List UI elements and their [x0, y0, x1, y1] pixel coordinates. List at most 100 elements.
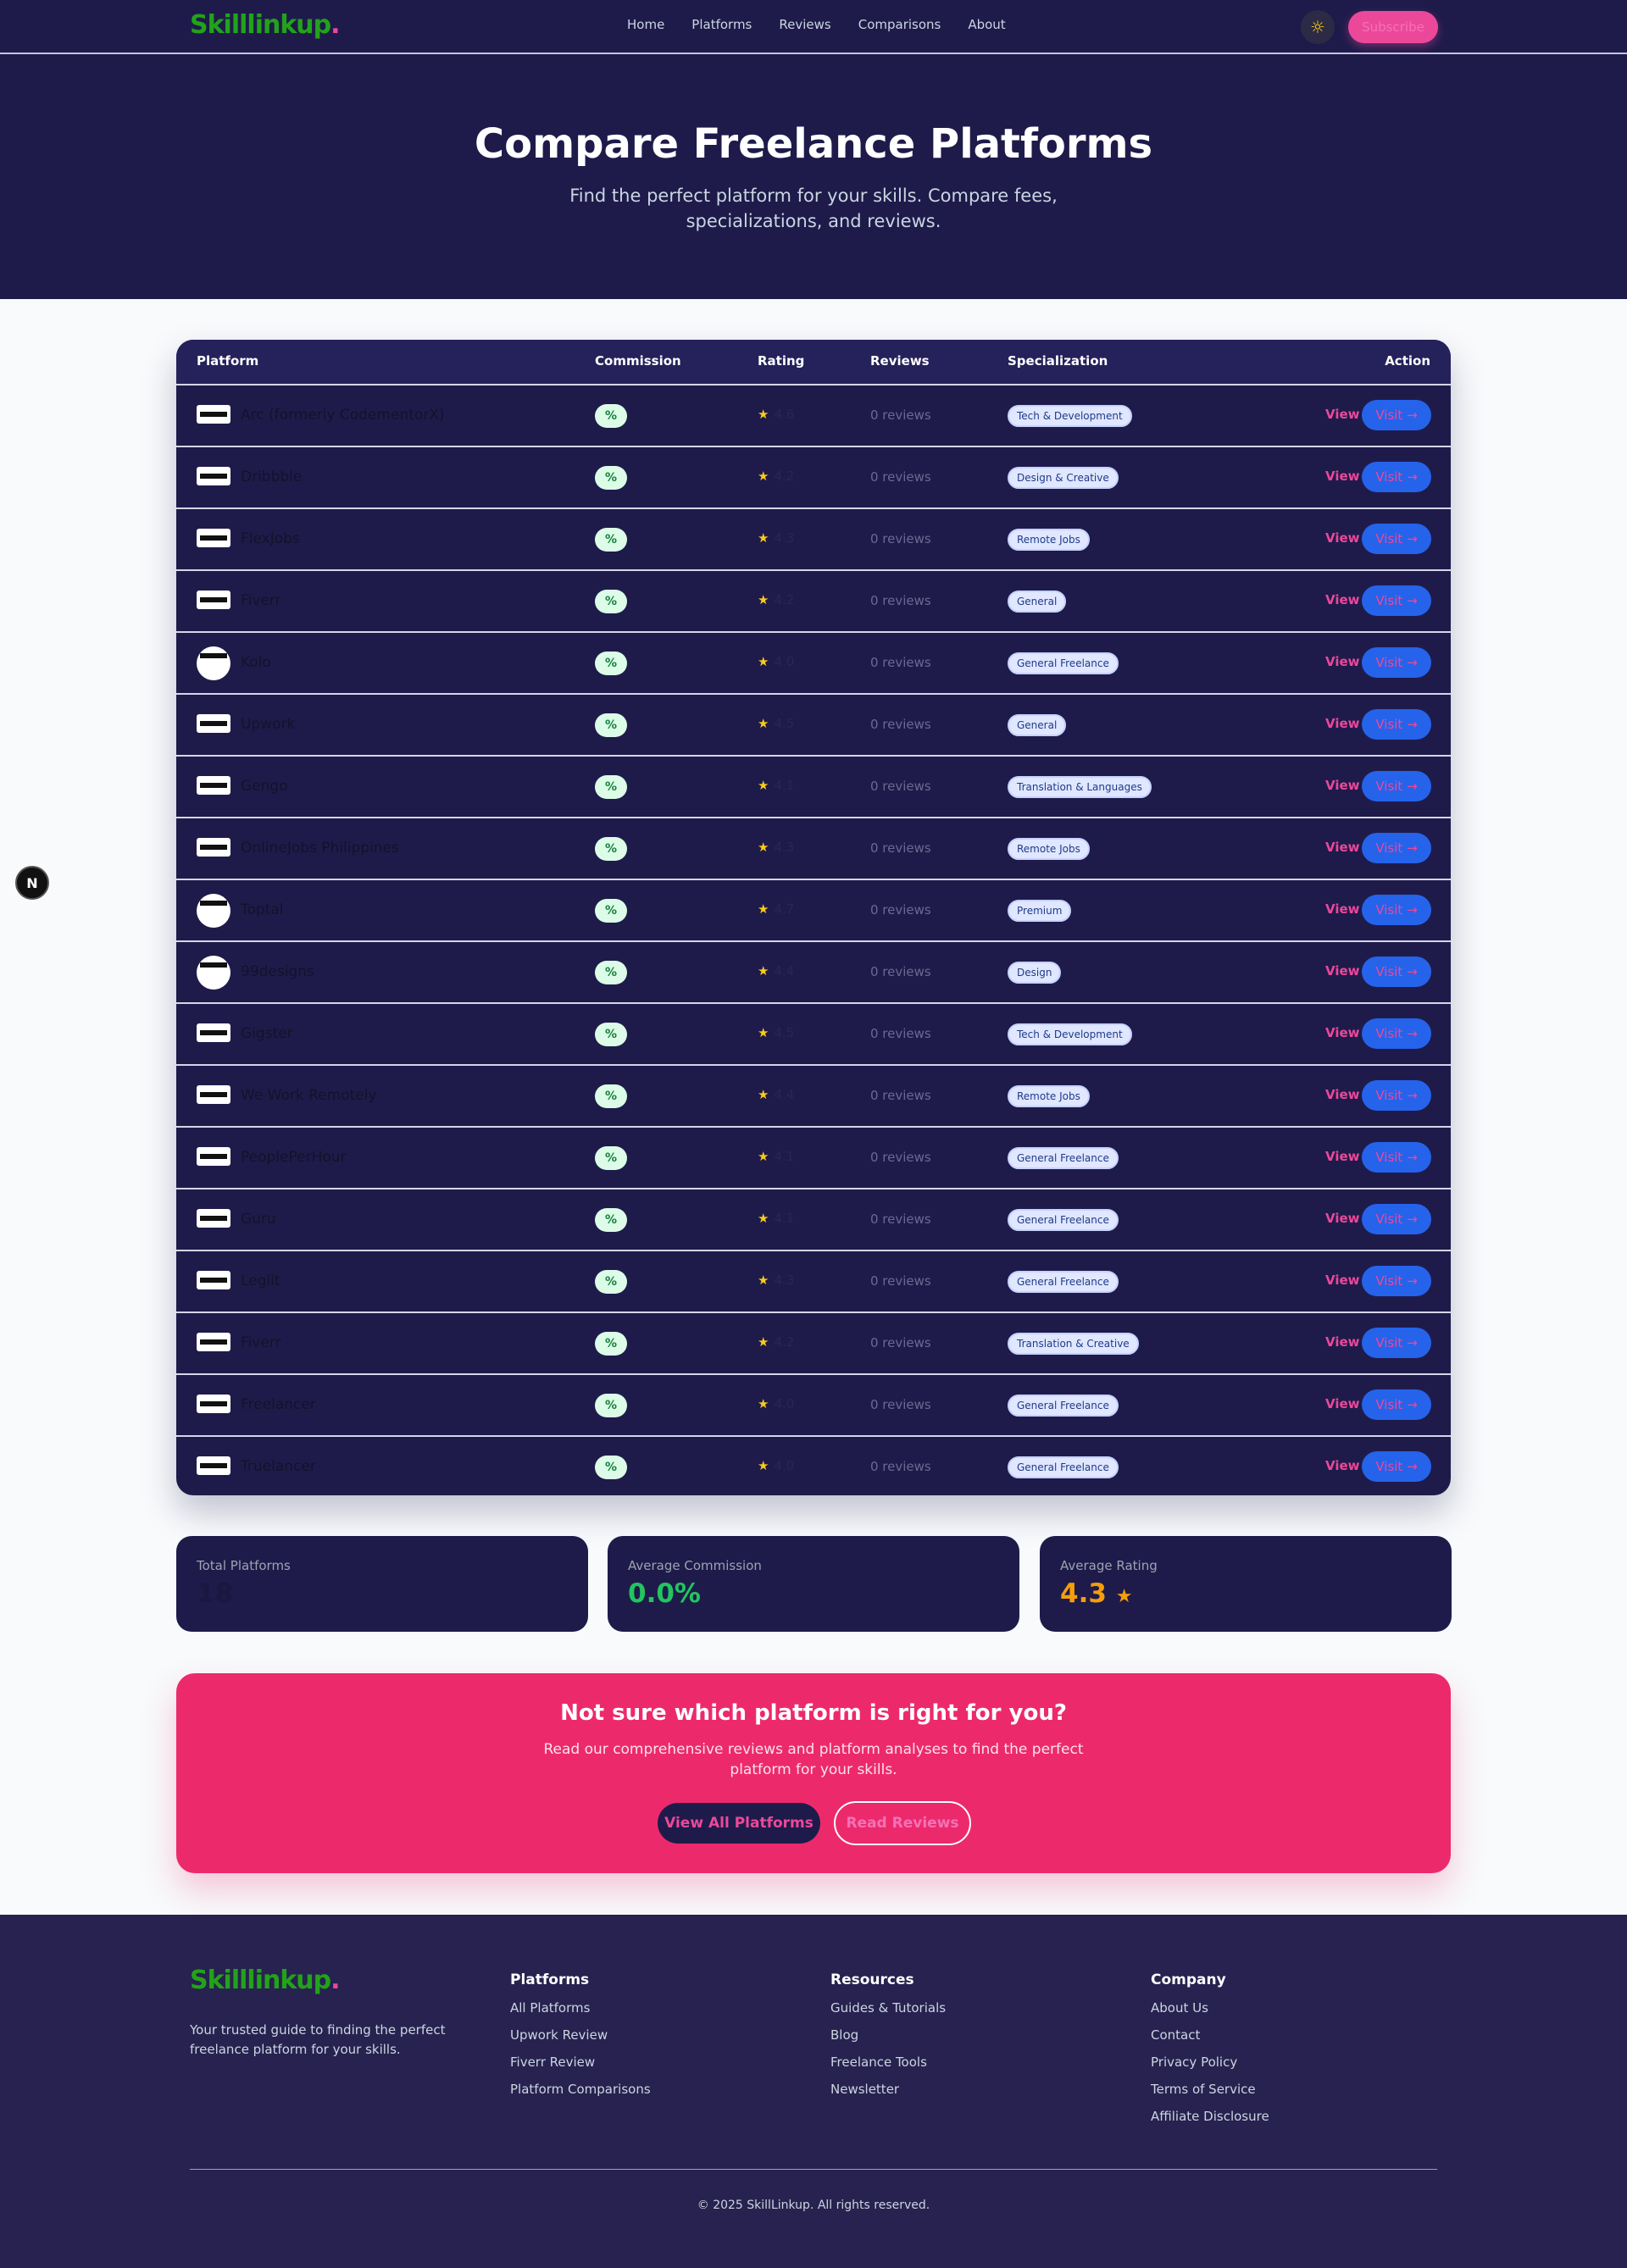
- visit-button[interactable]: Visit →: [1362, 1328, 1431, 1358]
- table-row: Upwork% ★ 4.5 0 reviews General View Visit →: [176, 693, 1451, 755]
- view-link[interactable]: View: [1325, 1334, 1360, 1350]
- visit-button[interactable]: Visit →: [1362, 895, 1431, 925]
- site-logo[interactable]: Skilllinkup.: [190, 10, 341, 40]
- platform-logo: [197, 1456, 230, 1475]
- platform-name[interactable]: Truelancer: [241, 1458, 316, 1475]
- rating-value: 4.5: [774, 1025, 795, 1040]
- visit-button[interactable]: Visit →: [1362, 1266, 1431, 1296]
- nav-link-comparisons[interactable]: Comparisons: [858, 17, 941, 32]
- platform-name[interactable]: Kolo: [241, 654, 271, 671]
- visit-button[interactable]: Visit →: [1362, 833, 1431, 863]
- visit-button[interactable]: Visit →: [1362, 1142, 1431, 1173]
- footer-link-newsletter[interactable]: Newsletter: [830, 2082, 946, 2109]
- footer-link-upwork-review[interactable]: Upwork Review: [510, 2027, 651, 2055]
- platform-name[interactable]: Dribbble: [241, 469, 302, 485]
- rating: ★ 4.0: [758, 1396, 794, 1411]
- view-link[interactable]: View: [1325, 1149, 1360, 1164]
- footer-link-fiverr-review[interactable]: Fiverr Review: [510, 2055, 651, 2082]
- read-reviews-button[interactable]: Read Reviews: [834, 1801, 971, 1845]
- footer-link-all-platforms[interactable]: All Platforms: [510, 2000, 651, 2027]
- view-link[interactable]: View: [1325, 1025, 1360, 1040]
- platform-name[interactable]: OnlineJobs Philippines: [241, 840, 399, 857]
- nav-links: Home Platforms Reviews Comparisons About: [627, 17, 1006, 32]
- visit-button[interactable]: Visit →: [1362, 585, 1431, 616]
- platform-name[interactable]: PeoplePerHour: [241, 1149, 347, 1166]
- platform-name[interactable]: We Work Remotely: [241, 1087, 377, 1104]
- visit-button[interactable]: Visit →: [1362, 462, 1431, 492]
- view-link[interactable]: View: [1325, 840, 1360, 855]
- rating: ★ 4.5: [758, 1025, 794, 1040]
- visit-button[interactable]: Visit →: [1362, 647, 1431, 678]
- platform-name[interactable]: Arc (formerly CodementorX): [241, 407, 445, 424]
- visit-button[interactable]: Visit →: [1362, 1451, 1431, 1482]
- floating-n-badge[interactable]: N: [15, 866, 49, 900]
- platform-name[interactable]: Toptal: [241, 901, 284, 918]
- visit-button[interactable]: Visit →: [1362, 771, 1431, 801]
- rating: ★ 4.6: [758, 407, 794, 422]
- header-reviews: Reviews: [870, 353, 930, 369]
- platform-name[interactable]: Gigster: [241, 1025, 293, 1042]
- visit-button[interactable]: Visit →: [1362, 1204, 1431, 1234]
- footer-link-about-us[interactable]: About Us: [1151, 2000, 1269, 2027]
- specialization-badge: General: [1008, 714, 1067, 736]
- footer-link-contact[interactable]: Contact: [1151, 2027, 1269, 2055]
- stat-value: 18: [197, 1578, 234, 1609]
- footer-link-terms[interactable]: Terms of Service: [1151, 2082, 1269, 2109]
- nav-link-home[interactable]: Home: [627, 17, 664, 32]
- view-link[interactable]: View: [1325, 1396, 1360, 1411]
- nav-link-platforms[interactable]: Platforms: [691, 17, 752, 32]
- view-link[interactable]: View: [1325, 530, 1360, 546]
- view-link[interactable]: View: [1325, 963, 1360, 979]
- platform-name[interactable]: FlexJobs: [241, 530, 300, 547]
- stat-value: 4.3 ★: [1060, 1578, 1132, 1609]
- rating: ★ 4.1: [758, 1149, 794, 1164]
- visit-button[interactable]: Visit →: [1362, 524, 1431, 554]
- commission-badge: %: [595, 1023, 627, 1046]
- view-link[interactable]: View: [1325, 716, 1360, 731]
- view-link[interactable]: View: [1325, 1273, 1360, 1288]
- platform-name[interactable]: Guru: [241, 1211, 276, 1228]
- footer-link-platform-comparisons[interactable]: Platform Comparisons: [510, 2082, 651, 2109]
- review-count: 0 reviews: [870, 1459, 931, 1474]
- review-count: 0 reviews: [870, 840, 931, 856]
- footer-link-affiliate[interactable]: Affiliate Disclosure: [1151, 2109, 1269, 2136]
- footer-logo[interactable]: Skilllinkup.: [190, 1966, 341, 1995]
- view-all-platforms-button[interactable]: View All Platforms: [658, 1803, 820, 1844]
- view-link[interactable]: View: [1325, 1211, 1360, 1226]
- view-link[interactable]: View: [1325, 469, 1360, 484]
- commission-badge: %: [595, 528, 627, 552]
- view-link[interactable]: View: [1325, 901, 1360, 917]
- visit-button[interactable]: Visit →: [1362, 1080, 1431, 1111]
- platform-name[interactable]: 99designs: [241, 963, 314, 980]
- footer-link-privacy[interactable]: Privacy Policy: [1151, 2055, 1269, 2082]
- platform-name[interactable]: Upwork: [241, 716, 295, 733]
- platform-logo: [197, 591, 230, 609]
- view-link[interactable]: View: [1325, 1087, 1360, 1102]
- header-action: Action: [1385, 353, 1430, 369]
- footer-link-freelance-tools[interactable]: Freelance Tools: [830, 2055, 946, 2082]
- nav-link-reviews[interactable]: Reviews: [779, 17, 830, 32]
- table-row: Fiverr% ★ 4.2 0 reviews General View Visit →: [176, 569, 1451, 631]
- view-link[interactable]: View: [1325, 1458, 1360, 1473]
- rating: ★ 4.4: [758, 963, 794, 979]
- subscribe-button[interactable]: Subscribe: [1348, 11, 1438, 43]
- theme-toggle-button[interactable]: ☼: [1301, 10, 1335, 44]
- platform-name[interactable]: Gengo: [241, 778, 288, 795]
- table-row: 99designs% ★ 4.4 0 reviews Design View Visit →: [176, 940, 1451, 1002]
- visit-button[interactable]: Visit →: [1362, 400, 1431, 430]
- visit-button[interactable]: Visit →: [1362, 957, 1431, 987]
- view-link[interactable]: View: [1325, 778, 1360, 793]
- view-link[interactable]: View: [1325, 407, 1360, 422]
- platform-name[interactable]: Legiit: [241, 1273, 280, 1289]
- view-link[interactable]: View: [1325, 654, 1360, 669]
- visit-button[interactable]: Visit →: [1362, 709, 1431, 740]
- footer-link-blog[interactable]: Blog: [830, 2027, 946, 2055]
- view-link[interactable]: View: [1325, 592, 1360, 607]
- platform-name[interactable]: Freelancer: [241, 1396, 316, 1413]
- visit-button[interactable]: Visit →: [1362, 1018, 1431, 1049]
- nav-link-about[interactable]: About: [968, 17, 1005, 32]
- footer-link-guides[interactable]: Guides & Tutorials: [830, 2000, 946, 2027]
- platform-name[interactable]: Fiverr: [241, 592, 280, 609]
- platform-name[interactable]: Fiverr: [241, 1334, 280, 1351]
- visit-button[interactable]: Visit →: [1362, 1389, 1431, 1420]
